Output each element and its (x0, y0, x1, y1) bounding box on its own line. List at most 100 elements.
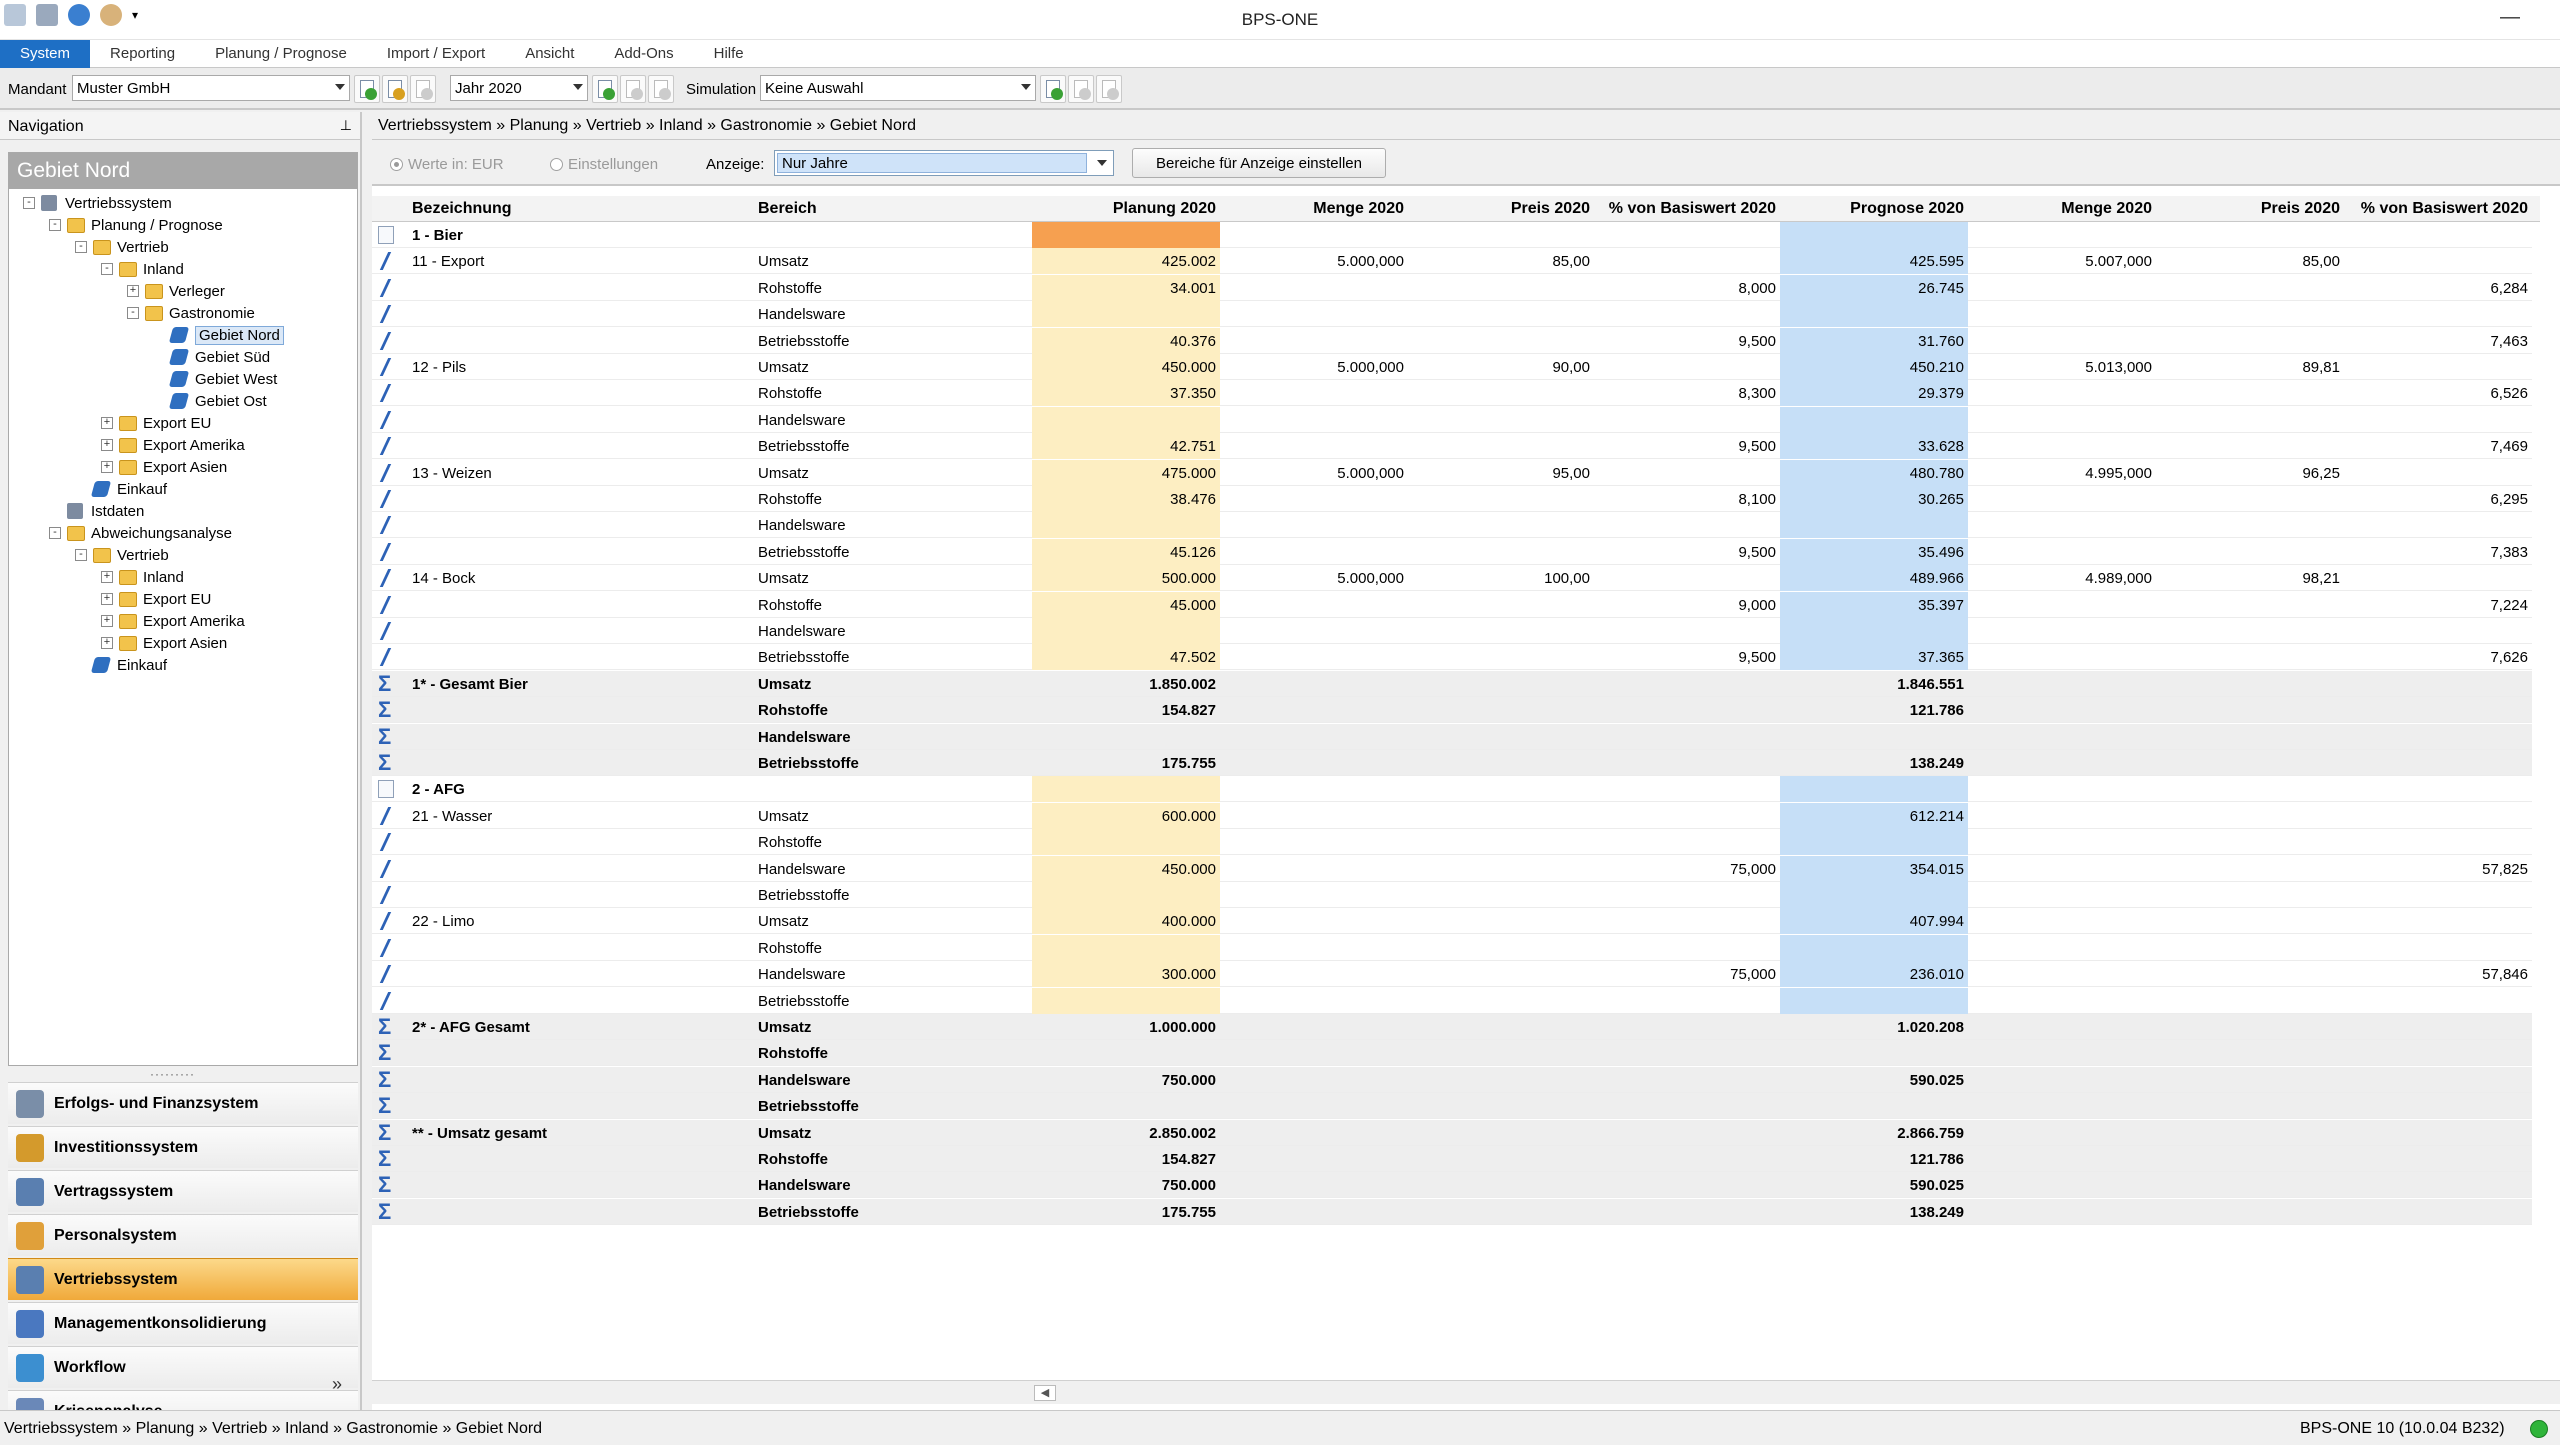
table-cell[interactable] (1408, 908, 1594, 934)
table-cell[interactable] (2156, 433, 2344, 459)
table-cell[interactable]: 4.989,000 (1968, 565, 2156, 591)
table-cell[interactable] (1032, 618, 1220, 644)
tree-node[interactable]: - Inland (101, 259, 184, 279)
table-cell[interactable]: 450.210 (1780, 354, 1968, 380)
table-cell[interactable]: 600.000 (1032, 802, 1220, 829)
table-cell[interactable]: 8,300 (1594, 380, 1780, 406)
table-cell[interactable] (1220, 935, 1408, 961)
jahr-edit-button[interactable] (620, 75, 646, 103)
column-header[interactable]: Bezeichnung (412, 196, 752, 222)
table-cell[interactable] (1408, 486, 1594, 512)
table-cell[interactable]: 75,000 (1594, 961, 1780, 987)
table-cell[interactable] (1408, 618, 1594, 644)
table-row[interactable]: Σ Betriebsstoffe (372, 1093, 2532, 1120)
expand-icon[interactable]: + (101, 571, 113, 583)
table-cell[interactable]: 4.995,000 (1968, 460, 2156, 486)
table-cell[interactable]: 35.496 (1780, 538, 1968, 565)
table-cell[interactable] (1594, 829, 1780, 855)
tree-node[interactable]: Gebiet Ost (153, 391, 267, 411)
table-cell[interactable] (1968, 433, 2156, 459)
tree-node[interactable]: Einkauf (75, 479, 167, 499)
table-cell[interactable]: 7,463 (2344, 328, 2532, 354)
table-row[interactable]: 13 - Weizen Umsatz 475.000 5.000,000 95,00 48… (372, 459, 2532, 486)
table-cell[interactable] (1408, 407, 1594, 433)
table-cell[interactable]: 9,500 (1594, 539, 1780, 565)
table-cell[interactable] (2156, 988, 2344, 1014)
column-header[interactable]: Menge 2020 (1968, 196, 2156, 222)
table-cell[interactable]: 47.502 (1032, 644, 1220, 671)
tree-node[interactable]: - Vertrieb (75, 237, 169, 257)
table-cell[interactable] (2156, 935, 2344, 961)
table-cell[interactable] (1968, 988, 2156, 1014)
table-cell[interactable] (1594, 565, 1780, 591)
table-cell[interactable]: 7,383 (2344, 539, 2532, 565)
table-cell[interactable] (1220, 908, 1408, 934)
table-cell[interactable]: 35.397 (1780, 591, 1968, 618)
table-cell[interactable]: 5.007,000 (1968, 248, 2156, 274)
table-cell[interactable] (1408, 328, 1594, 354)
table-cell[interactable] (1968, 829, 2156, 855)
expand-icon[interactable]: + (101, 615, 113, 627)
module-button[interactable]: Vertragssystem (8, 1170, 358, 1212)
table-cell[interactable]: 475.000 (1032, 459, 1220, 486)
table-cell[interactable]: 29.379 (1780, 380, 1968, 407)
tree-node[interactable]: + Export Amerika (101, 435, 245, 455)
table-cell[interactable] (2156, 803, 2344, 829)
tree-node[interactable]: Gebiet Süd (153, 347, 270, 367)
table-cell[interactable] (2156, 275, 2344, 301)
table-cell[interactable]: 45.000 (1032, 591, 1220, 618)
tree-node[interactable]: - Planung / Prognose (49, 215, 223, 235)
table-row[interactable]: Betriebsstoffe 45.126 9,500 35.496 7,383 (372, 538, 2532, 565)
table-cell[interactable]: 75,000 (1594, 856, 1780, 882)
module-button[interactable]: Managementkonsolidierung (8, 1302, 358, 1344)
expand-icon[interactable]: + (101, 439, 113, 451)
table-cell[interactable] (2344, 803, 2532, 829)
table-cell[interactable] (2344, 908, 2532, 934)
expand-icon[interactable]: + (101, 637, 113, 649)
table-cell[interactable]: 89,81 (2156, 354, 2344, 380)
table-row[interactable]: Rohstoffe 38.476 8,100 30.265 6,295 (372, 486, 2532, 512)
table-cell[interactable] (1408, 882, 1594, 908)
expand-icon[interactable]: + (101, 417, 113, 429)
table-cell[interactable]: 34.001 (1032, 274, 1220, 301)
simulation-add-button[interactable] (1040, 75, 1066, 103)
table-cell[interactable] (2156, 908, 2344, 934)
simulation-select[interactable]: Keine Auswahl (760, 75, 1036, 101)
tree-node[interactable]: Gebiet Nord (153, 325, 284, 345)
table-cell[interactable] (2344, 248, 2532, 274)
column-header[interactable]: Preis 2020 (1408, 196, 1594, 222)
table-cell[interactable] (1408, 592, 1594, 618)
table-cell[interactable] (1968, 961, 2156, 987)
table-cell[interactable] (1594, 301, 1780, 327)
table-row[interactable]: Σ Rohstoffe (372, 1040, 2532, 1067)
table-cell[interactable] (1780, 512, 1968, 539)
table-row[interactable]: Handelsware (372, 618, 2532, 644)
table-cell[interactable]: 612.214 (1780, 802, 1968, 829)
table-cell[interactable] (1032, 512, 1220, 539)
module-button[interactable]: Erfolgs- und Finanzsystem (8, 1082, 358, 1124)
table-cell[interactable] (1968, 380, 2156, 406)
table-cell[interactable] (1594, 248, 1780, 274)
column-header[interactable]: Prognose 2020 (1780, 196, 1968, 222)
table-cell[interactable]: 300.000 (1032, 961, 1220, 988)
table-cell[interactable] (1968, 407, 2156, 433)
table-cell[interactable] (1220, 856, 1408, 882)
table-cell[interactable] (2156, 301, 2344, 327)
table-cell[interactable]: 26.745 (1780, 274, 1968, 301)
werte-radio[interactable]: Werte in: EUR (390, 156, 504, 173)
table-cell[interactable]: 33.628 (1780, 433, 1968, 460)
table-cell[interactable] (2156, 512, 2344, 538)
table-cell[interactable] (2156, 961, 2344, 987)
menu-planung-prognose[interactable]: Planung / Prognose (195, 40, 367, 68)
table-cell[interactable] (1968, 512, 2156, 538)
table-cell[interactable]: 37.365 (1780, 644, 1968, 671)
expand-icon[interactable]: + (127, 285, 139, 297)
table-cell[interactable] (1408, 856, 1594, 882)
table-cell[interactable] (1220, 988, 1408, 1014)
tree-node[interactable]: + Export Asien (101, 633, 227, 653)
table-cell[interactable] (1408, 961, 1594, 987)
table-cell[interactable]: 9,500 (1594, 328, 1780, 354)
table-cell[interactable]: 450.000 (1032, 855, 1220, 882)
table-row[interactable]: Handelsware (372, 301, 2532, 328)
table-cell[interactable] (1408, 512, 1594, 538)
